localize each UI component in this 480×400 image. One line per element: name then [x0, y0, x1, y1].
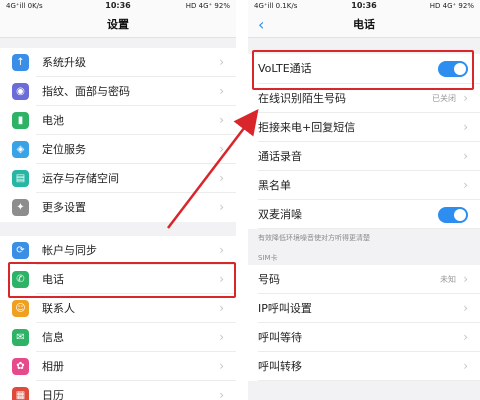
chevron-right-icon: › [219, 55, 224, 69]
chevron-right-icon: › [219, 330, 224, 344]
system-update-icon: ↑ [12, 54, 29, 71]
sim-setting-row[interactable]: 呼叫转移 › [248, 352, 480, 381]
page-title: 电话 [353, 18, 375, 31]
chevron-right-icon: › [463, 120, 468, 134]
settings-item-account-sync[interactable]: ⟳ 帐户与同步 › [0, 236, 236, 265]
settings-item-calendar[interactable]: ▦ 日历 › [0, 381, 236, 400]
contacts-icon: ☺ [12, 300, 29, 317]
chevron-right-icon: › [463, 91, 468, 105]
chevron-right-icon: › [463, 330, 468, 344]
chevron-right-icon: › [219, 171, 224, 185]
dual-mic-label: 双麦消噪 [258, 208, 302, 221]
fingerprint-icon: ◉ [12, 83, 29, 100]
chevron-right-icon: › [463, 149, 468, 163]
setting-label: 通话录音 [258, 150, 302, 163]
chevron-right-icon: › [219, 200, 224, 214]
settings-item-fingerprint[interactable]: ◉ 指纹、面部与密码 › [0, 77, 236, 106]
chevron-right-icon: › [219, 301, 224, 315]
chevron-right-icon: › [219, 243, 224, 257]
dual-mic-toggle[interactable] [438, 207, 468, 223]
settings-item-storage[interactable]: ▤ 运存与存储空间 › [0, 164, 236, 193]
settings-item-album[interactable]: ✿ 相册 › [0, 352, 236, 381]
volte-row[interactable]: VoLTE通话 [248, 54, 480, 84]
setting-label: 在线识别陌生号码 [258, 92, 346, 105]
chevron-right-icon: › [219, 388, 224, 400]
chevron-right-icon: › [463, 301, 468, 315]
status-battery: HD 4G⁺ 92% [185, 2, 230, 10]
settings-item-label: 更多设置 [42, 201, 86, 214]
page-title: 设置 [107, 18, 129, 31]
storage-icon: ▤ [12, 170, 29, 187]
battery-icon: ▮ [12, 112, 29, 129]
more-settings-icon: ✦ [12, 199, 29, 216]
settings-item-label: 电池 [42, 114, 64, 127]
status-bar: 4G⁺ill 0K/s 10:36 HD 4G⁺ 92% [0, 0, 236, 12]
dual-mic-hint: 有效降低环境噪音使对方听得更清楚 [248, 229, 480, 247]
chevron-right-icon: › [463, 359, 468, 373]
sim-setting-row[interactable]: 号码 未知 › [248, 265, 480, 294]
setting-value: 未知 [440, 275, 456, 284]
chevron-right-icon: › [219, 359, 224, 373]
volte-toggle[interactable] [438, 61, 468, 77]
sim-section-header: SIM卡 [248, 247, 480, 265]
call-setting-row[interactable]: 黑名单 › [248, 171, 480, 200]
setting-label: 呼叫转移 [258, 360, 302, 373]
messages-icon: ✉ [12, 329, 29, 346]
sim-settings-group: 号码 未知 › IP呼叫设置 › 呼叫等待 › 呼叫转移 › [248, 265, 480, 381]
setting-label: 黑名单 [258, 179, 291, 192]
chevron-right-icon: › [219, 142, 224, 156]
settings-item-phone[interactable]: ✆ 电话 › [0, 265, 236, 294]
chevron-right-icon: › [219, 84, 224, 98]
settings-item-more-settings[interactable]: ✦ 更多设置 › [0, 193, 236, 222]
settings-item-system-update[interactable]: ↑ 系统升级 › [0, 48, 236, 77]
album-icon: ✿ [12, 358, 29, 375]
settings-item-label: 系统升级 [42, 56, 86, 69]
nav-bar: ‹ 电话 [248, 12, 480, 38]
sim-setting-row[interactable]: IP呼叫设置 › [248, 294, 480, 323]
settings-item-contacts[interactable]: ☺ 联系人 › [0, 294, 236, 323]
dual-mic-row[interactable]: 双麦消噪 [248, 200, 480, 229]
chevron-right-icon: › [219, 272, 224, 286]
call-setting-row[interactable]: 在线识别陌生号码 已关闭 › [248, 84, 480, 113]
call-setting-row[interactable]: 通话录音 › [248, 142, 480, 171]
phone-settings-screen: 4G⁺ill 0.1K/s 10:36 HD 4G⁺ 92% ‹ 电话 VoLT… [248, 0, 480, 400]
settings-item-location[interactable]: ◈ 定位服务 › [0, 135, 236, 164]
status-bar: 4G⁺ill 0.1K/s 10:36 HD 4G⁺ 92% [248, 0, 480, 12]
location-icon: ◈ [12, 141, 29, 158]
settings-item-label: 指纹、面部与密码 [42, 85, 130, 98]
volte-label: VoLTE通话 [258, 62, 312, 75]
nav-bar: 设置 [0, 12, 236, 38]
status-battery: HD 4G⁺ 92% [429, 2, 474, 10]
chevron-right-icon: › [463, 178, 468, 192]
sim-setting-row[interactable]: 呼叫等待 › [248, 323, 480, 352]
setting-label: IP呼叫设置 [258, 302, 312, 315]
settings-item-label: 联系人 [42, 302, 75, 315]
call-settings-group: VoLTE通话 在线识别陌生号码 已关闭 › 拒接来电+回复短信 › 通话录音 › 黑名单 › … [248, 54, 480, 229]
setting-value: 已关闭 [432, 94, 456, 103]
chevron-right-icon: › [219, 113, 224, 127]
settings-item-label: 日历 [42, 389, 64, 400]
setting-label: 拒接来电+回复短信 [258, 121, 356, 134]
phone-icon: ✆ [12, 271, 29, 288]
calendar-icon: ▦ [12, 387, 29, 400]
call-setting-row[interactable]: 拒接来电+回复短信 › [248, 113, 480, 142]
settings-group-system: ↑ 系统升级 › ◉ 指纹、面部与密码 › ▮ 电池 › ◈ 定位服务 › ▤ 运存与存储空间 › ✦ 更多设置… [0, 48, 236, 222]
settings-screen: 4G⁺ill 0K/s 10:36 HD 4G⁺ 92% 设置 ↑ 系统升级 › ◉ 指… [0, 0, 236, 400]
settings-item-battery[interactable]: ▮ 电池 › [0, 106, 236, 135]
setting-label: 呼叫等待 [258, 331, 302, 344]
chevron-right-icon: › [463, 272, 468, 286]
settings-item-label: 定位服务 [42, 143, 86, 156]
settings-item-label: 信息 [42, 331, 64, 344]
settings-item-label: 帐户与同步 [42, 244, 97, 257]
settings-item-label: 电话 [42, 273, 64, 286]
account-sync-icon: ⟳ [12, 242, 29, 259]
settings-item-messages[interactable]: ✉ 信息 › [0, 323, 236, 352]
setting-label: 号码 [258, 273, 280, 286]
settings-item-label: 相册 [42, 360, 64, 373]
settings-group-apps: ⟳ 帐户与同步 › ✆ 电话 › ☺ 联系人 › ✉ 信息 › ✿ 相册 › ▦ 日历 › [0, 236, 236, 400]
settings-item-label: 运存与存储空间 [42, 172, 119, 185]
